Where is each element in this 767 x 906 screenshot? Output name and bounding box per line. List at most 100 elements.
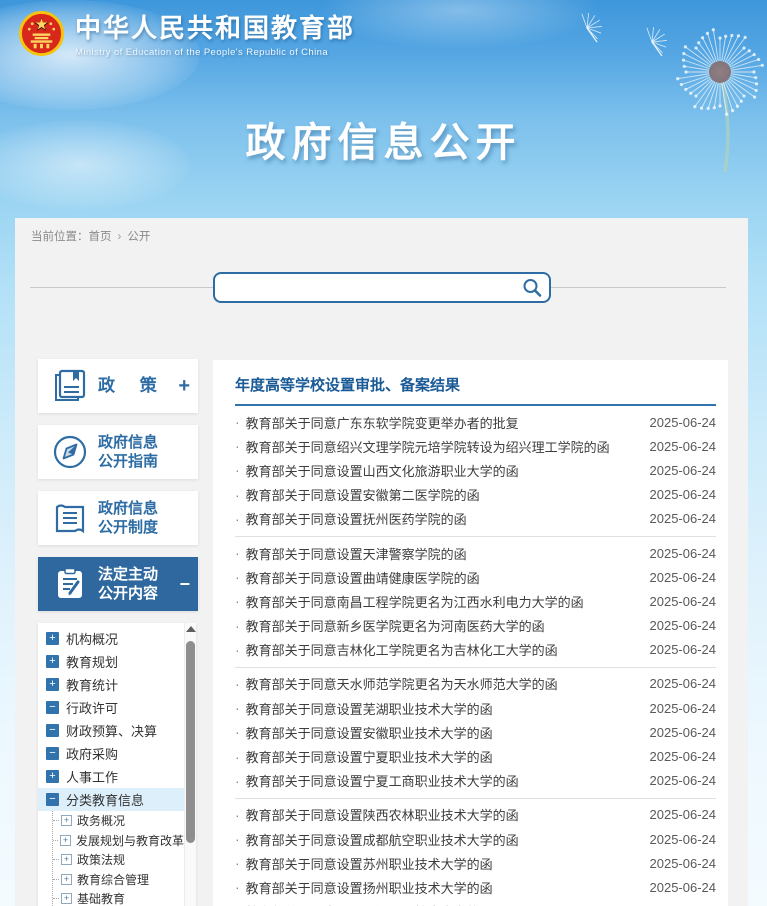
tree-subitem[interactable]: + 发展规划与教育改革 [53, 831, 184, 851]
news-item-title[interactable]: 教育部关于同意设置苏州职业技术大学的函 [246, 854, 642, 873]
sidebar-item-disclosure-guide[interactable]: 政府信息 公开指南 [38, 425, 198, 479]
tree-subitem[interactable]: + 政务概况 [53, 811, 184, 831]
document-list-icon [50, 499, 90, 537]
scrollbar-thumb[interactable] [186, 641, 195, 843]
breadcrumb-home-link[interactable]: 首页 [89, 231, 112, 243]
news-item[interactable]: · 教育部关于同意设置陕西农林职业技术大学的函 2025-06-24 [235, 803, 716, 827]
sidebar-item-label: 法定主动 公开内容 [98, 565, 159, 603]
bullet-icon: · [235, 806, 240, 823]
bullet-icon: · [235, 545, 240, 562]
search-input[interactable] [215, 274, 515, 301]
sidebar-item-statutory-disclosure[interactable]: 法定主动 公开内容 − [38, 557, 198, 611]
news-item[interactable]: · 教育部关于同意设置天津警察学院的函 2025-06-24 [235, 541, 716, 565]
tree-expand-icon[interactable]: + [59, 834, 71, 846]
tree-item[interactable]: + 教育规划 [38, 650, 184, 673]
news-item-title[interactable]: 教育部关于同意设置安徽职业技术大学的函 [246, 723, 642, 742]
bullet-icon: · [235, 831, 240, 848]
tree-item[interactable]: − 政府采购 [38, 742, 184, 765]
news-item[interactable]: · 教育部关于同意广东东软学院变更举办者的批复 2025-06-24 [235, 410, 716, 434]
tree-collapse-icon[interactable]: − [46, 701, 59, 714]
news-item[interactable]: · 教育部关于同意设置成都航空职业技术大学的函 2025-06-24 [235, 827, 716, 851]
news-item[interactable]: · 教育部关于同意设置苏州职业技术大学的函 2025-06-24 [235, 851, 716, 875]
news-item[interactable]: · 教育部关于同意设置曲靖健康医学院的函 2025-06-24 [235, 565, 716, 589]
news-item-date: 2025-06-24 [649, 807, 717, 823]
news-item[interactable]: ·教育部关于同意设置无锡职业技术大学的函2025-06-24 [235, 900, 716, 906]
tree-expand-icon[interactable]: + [61, 854, 72, 866]
tree-item[interactable]: + 教育统计 [38, 673, 184, 696]
news-item-title[interactable]: 教育部关于同意设置芜湖职业技术大学的函 [246, 699, 642, 718]
scroll-up-arrow-icon[interactable] [186, 626, 196, 632]
tree-expand-icon[interactable]: + [61, 815, 72, 827]
tree-collapse-icon[interactable]: − [46, 747, 59, 760]
tree-connector [53, 839, 58, 841]
bullet-icon: · [235, 569, 240, 586]
tree-connector [53, 878, 59, 880]
news-item-date: 2025-06-24 [649, 773, 717, 789]
news-item[interactable]: · 教育部关于同意设置安徽职业技术大学的函 2025-06-24 [235, 720, 716, 744]
breadcrumb-label: 当前位置： [31, 231, 89, 243]
news-item-title[interactable]: 教育部关于同意设置安徽第二医学院的函 [246, 485, 642, 504]
news-item-date: 2025-06-24 [649, 831, 717, 847]
tree-scrollbar[interactable] [184, 623, 196, 906]
news-item[interactable]: · 教育部关于同意天水师范学院更名为天水师范大学的函 2025-06-24 [235, 672, 716, 696]
news-item-title[interactable]: 教育部关于同意天水师范学院更名为天水师范大学的函 [246, 674, 642, 693]
news-item[interactable]: · 教育部关于同意设置宁夏工商职业技术大学的函 2025-06-24 [235, 769, 716, 793]
news-item-title[interactable]: 教育部关于同意设置无锡职业技术大学的函 [246, 902, 642, 906]
news-item-title[interactable]: 教育部关于同意设置扬州职业技术大学的函 [246, 878, 642, 897]
bullet-icon: · [235, 510, 240, 527]
news-item-title[interactable]: 教育部关于同意设置山西文化旅游职业大学的函 [246, 461, 642, 480]
tree-collapse-icon[interactable]: − [46, 793, 59, 806]
tree-collapse-icon[interactable]: − [46, 724, 59, 737]
sidebar-item-disclosure-rules[interactable]: 政府信息 公开制度 [38, 491, 198, 545]
news-item[interactable]: · 教育部关于同意设置扬州职业技术大学的函 2025-06-24 [235, 875, 716, 899]
tree-subitem[interactable]: + 政策法规 [53, 850, 184, 870]
tree-subitem[interactable]: + 基础教育 [53, 889, 184, 906]
collapse-minus-icon[interactable]: − [179, 574, 190, 595]
bullet-icon: · [235, 438, 240, 455]
news-item-title[interactable]: 教育部关于同意广东东软学院变更举办者的批复 [246, 413, 642, 432]
tree-expand-icon[interactable]: + [61, 873, 72, 885]
news-item-title[interactable]: 教育部关于同意设置天津警察学院的函 [246, 544, 642, 563]
news-item[interactable]: · 教育部关于同意设置山西文化旅游职业大学的函 2025-06-24 [235, 458, 716, 482]
news-item[interactable]: · 教育部关于同意设置抚州医药学院的函 2025-06-24 [235, 507, 716, 531]
tree-item[interactable]: − 行政许可 [38, 696, 184, 719]
tree-item-label: 政府采购 [66, 747, 119, 762]
tree-item[interactable]: + 机构概况 [38, 627, 184, 650]
tree-expand-icon[interactable]: + [46, 770, 59, 783]
news-item-date: 2025-06-24 [649, 438, 717, 454]
news-item-title[interactable]: 教育部关于同意南昌工程学院更名为江西水利电力大学的函 [246, 592, 642, 611]
news-item[interactable]: · 教育部关于同意吉林化工学院更名为吉林化工大学的函 2025-06-24 [235, 638, 716, 662]
news-item-title[interactable]: 教育部关于同意绍兴文理学院元培学院转设为绍兴理工学院的函 [246, 437, 642, 456]
tree-item[interactable]: − 财政预算、决算 [38, 719, 184, 742]
news-item-title[interactable]: 教育部关于同意吉林化工学院更名为吉林化工大学的函 [246, 640, 642, 659]
tree-expand-icon[interactable]: + [46, 655, 59, 668]
news-item[interactable]: · 教育部关于同意新乡医学院更名为河南医药大学的函 2025-06-24 [235, 614, 716, 638]
tree-item[interactable]: + 人事工作 [38, 765, 184, 788]
news-item[interactable]: · 教育部关于同意设置安徽第二医学院的函 2025-06-24 [235, 483, 716, 507]
tree-subitem-label: 教育综合管理 [77, 872, 150, 887]
news-item[interactable]: · 教育部关于同意绍兴文理学院元培学院转设为绍兴理工学院的函 2025-06-24 [235, 434, 716, 458]
tree-expand-icon[interactable]: + [46, 632, 59, 645]
news-item-title[interactable]: 教育部关于同意设置曲靖健康医学院的函 [246, 568, 642, 587]
tree-expand-icon[interactable]: + [46, 678, 59, 691]
news-item[interactable]: · 教育部关于同意南昌工程学院更名为江西水利电力大学的函 2025-06-24 [235, 589, 716, 613]
tree-subitem[interactable]: + 教育综合管理 [53, 870, 184, 890]
tree-expand-icon[interactable]: + [61, 893, 72, 905]
tree-item-label: 教育规划 [66, 655, 119, 670]
news-item-title[interactable]: 教育部关于同意新乡医学院更名为河南医药大学的函 [246, 616, 642, 635]
tree-subitem-label: 发展规划与教育改革 [75, 833, 184, 848]
news-item[interactable]: · 教育部关于同意设置宁夏职业技术大学的函 2025-06-24 [235, 744, 716, 768]
news-item[interactable]: · 教育部关于同意设置芜湖职业技术大学的函 2025-06-24 [235, 696, 716, 720]
sidebar: 政 策 + 政府信息 公开指南 政府信息 公开制度 法定主动 公开内容 − + … [38, 359, 198, 906]
search-icon[interactable] [515, 277, 549, 299]
tree-item[interactable]: − 分类教育信息 [38, 788, 184, 811]
news-item-title[interactable]: 教育部关于同意设置宁夏工商职业技术大学的函 [246, 771, 642, 790]
news-item-title[interactable]: 教育部关于同意设置宁夏职业技术大学的函 [246, 747, 642, 766]
news-item-title[interactable]: 教育部关于同意设置成都航空职业技术大学的函 [246, 830, 642, 849]
news-item-title[interactable]: 教育部关于同意设置陕西农林职业技术大学的函 [246, 805, 642, 824]
news-item-title[interactable]: 教育部关于同意设置抚州医药学院的函 [246, 509, 642, 528]
bullet-icon: · [235, 414, 240, 431]
sidebar-item-policy[interactable]: 政 策 + [38, 359, 198, 413]
news-item-date: 2025-06-24 [649, 414, 717, 430]
expand-plus-icon[interactable]: + [178, 375, 190, 398]
